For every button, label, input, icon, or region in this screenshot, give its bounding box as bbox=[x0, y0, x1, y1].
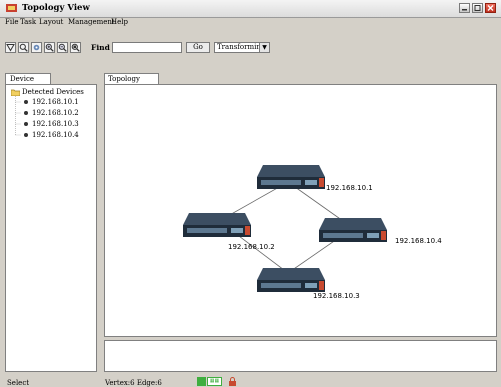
find-input[interactable] bbox=[112, 42, 182, 53]
chevron-down-icon[interactable]: ▼ bbox=[259, 43, 269, 52]
status-indicator-icon bbox=[197, 377, 206, 386]
window-title: Topology View bbox=[22, 3, 90, 13]
go-button[interactable]: Go bbox=[186, 42, 210, 53]
find-label: Find bbox=[91, 43, 110, 52]
menu-file[interactable]: File bbox=[5, 18, 18, 26]
device-tree-panel: Detected Devices 192.168.10.1 192.168.10… bbox=[5, 84, 97, 372]
minimize-button[interactable] bbox=[459, 3, 470, 13]
app-icon bbox=[6, 3, 17, 13]
device-icon bbox=[24, 133, 28, 137]
zoom-button[interactable] bbox=[18, 42, 29, 53]
close-icon bbox=[487, 5, 494, 11]
tree-item-device-4[interactable]: 192.168.10.4 bbox=[32, 131, 79, 139]
menu-layout[interactable]: Layout bbox=[39, 18, 63, 26]
zoom-in-button[interactable] bbox=[44, 42, 55, 53]
tree-item-device-3[interactable]: 192.168.10.3 bbox=[32, 120, 79, 128]
zoom-out-icon bbox=[58, 43, 67, 52]
fit-view-icon bbox=[71, 43, 80, 52]
device-icon bbox=[24, 100, 28, 104]
node-label-3: 192.168.10.3 bbox=[313, 292, 360, 300]
close-button[interactable] bbox=[485, 3, 496, 13]
fit-view-button[interactable] bbox=[70, 42, 81, 53]
mode-select[interactable]: Transforming ▼ bbox=[214, 42, 270, 53]
maximize-button[interactable] bbox=[472, 3, 483, 13]
title-bar: Topology View bbox=[0, 0, 501, 18]
zoom-in-icon bbox=[45, 43, 54, 52]
menu-help[interactable]: Help bbox=[111, 18, 128, 26]
folder-icon bbox=[11, 89, 20, 96]
status-mode: Select bbox=[7, 379, 30, 387]
pan-tool-button[interactable] bbox=[31, 42, 42, 53]
tree-item-device-1[interactable]: 192.168.10.1 bbox=[32, 98, 79, 106]
menu-bar: File Task Layout Management Help bbox=[0, 18, 501, 28]
zoom-out-button[interactable] bbox=[57, 42, 68, 53]
tab-topology-view[interactable]: Topology View bbox=[104, 73, 159, 93]
switch-node-4[interactable] bbox=[319, 218, 387, 248]
move-icon bbox=[33, 44, 40, 51]
grid-icon[interactable]: ▦▦ bbox=[207, 377, 222, 386]
device-icon bbox=[24, 111, 28, 115]
status-counts: Vertex:6 Edge:6 bbox=[105, 379, 162, 387]
maximize-icon bbox=[474, 5, 481, 11]
switch-node-1[interactable] bbox=[257, 165, 325, 195]
node-label-1: 192.168.10.1 bbox=[326, 184, 373, 192]
funnel-icon bbox=[6, 44, 15, 52]
switch-node-2[interactable] bbox=[183, 213, 251, 243]
tree-item-device-2[interactable]: 192.168.10.2 bbox=[32, 109, 79, 117]
tree-root-detected-devices[interactable]: Detected Devices bbox=[22, 88, 84, 96]
tab-device-tree[interactable]: Device Tree bbox=[5, 73, 51, 93]
lock-icon[interactable] bbox=[228, 377, 237, 386]
message-panel bbox=[104, 340, 497, 372]
node-label-4: 192.168.10.4 bbox=[395, 237, 442, 245]
minimize-icon bbox=[462, 9, 467, 11]
toolbar: Find Go Transforming ▼ bbox=[0, 30, 501, 60]
topology-links bbox=[218, 181, 354, 274]
magnifier-icon bbox=[19, 43, 28, 52]
topology-canvas[interactable]: 192.168.10.1 192.168.10.2 192.168.10.4 1… bbox=[104, 84, 497, 337]
select-tool-button[interactable] bbox=[5, 42, 16, 53]
menu-management[interactable]: Management bbox=[68, 18, 115, 26]
device-icon bbox=[24, 122, 28, 126]
node-label-2: 192.168.10.2 bbox=[228, 243, 275, 251]
menu-task[interactable]: Task bbox=[20, 18, 36, 26]
